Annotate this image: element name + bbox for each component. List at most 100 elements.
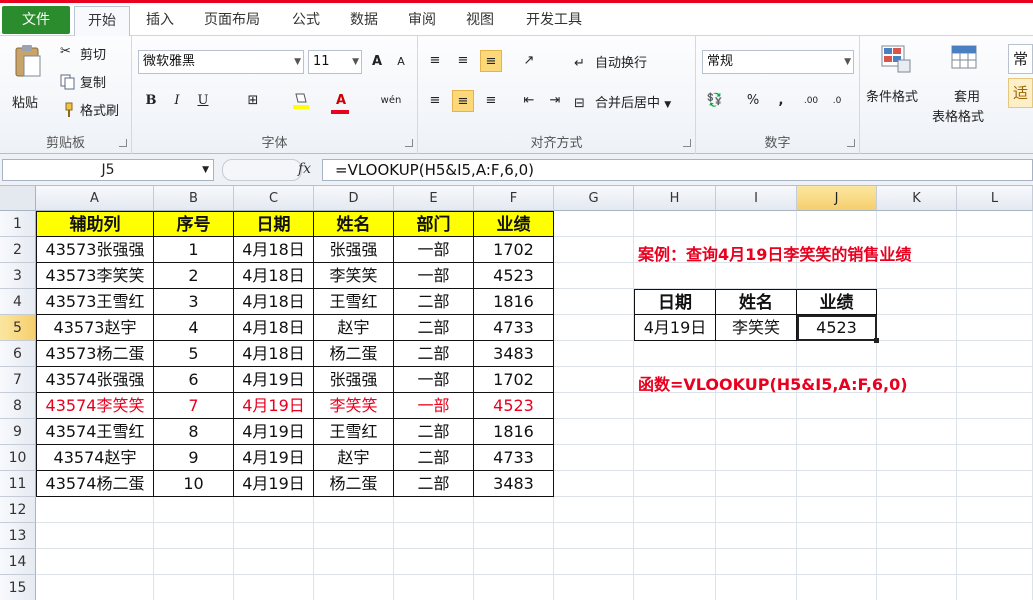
cell[interactable] bbox=[394, 523, 474, 549]
cell[interactable] bbox=[957, 367, 1033, 393]
table-data-cell[interactable]: 4月18日 bbox=[234, 263, 314, 289]
table-data-cell[interactable]: 李笑笑 bbox=[314, 263, 394, 289]
table-data-cell[interactable]: 4月18日 bbox=[234, 315, 314, 341]
table-data-cell[interactable]: 1 bbox=[154, 237, 234, 263]
cell[interactable] bbox=[154, 575, 234, 600]
cell[interactable] bbox=[474, 575, 554, 600]
table-data-cell[interactable]: 43573李笑笑 bbox=[36, 263, 154, 289]
row-header[interactable]: 1 bbox=[0, 211, 36, 237]
column-header[interactable]: A bbox=[36, 186, 154, 211]
table-data-cell[interactable]: 二部 bbox=[394, 445, 474, 471]
cell[interactable] bbox=[877, 211, 957, 237]
cell[interactable] bbox=[634, 471, 716, 497]
border-button[interactable]: ⊞ bbox=[242, 90, 264, 112]
table-data-cell[interactable]: 4月19日 bbox=[234, 471, 314, 497]
row-header[interactable]: 5 bbox=[0, 315, 36, 341]
tab-data[interactable]: 数据 bbox=[338, 6, 390, 35]
column-header-selected[interactable]: J bbox=[797, 186, 877, 211]
tab-formulas[interactable]: 公式 bbox=[280, 6, 332, 35]
cell[interactable] bbox=[716, 341, 797, 367]
table-data-cell[interactable]: 二部 bbox=[394, 341, 474, 367]
cell[interactable] bbox=[716, 523, 797, 549]
table-data-cell[interactable]: 杨二蛋 bbox=[314, 341, 394, 367]
table-data-cell[interactable]: 4月19日 bbox=[234, 393, 314, 419]
align-top-button[interactable]: ≡ bbox=[424, 50, 446, 72]
cell[interactable] bbox=[554, 523, 634, 549]
tab-page-layout[interactable]: 页面布局 bbox=[192, 6, 272, 35]
cell[interactable] bbox=[957, 523, 1033, 549]
table-data-cell[interactable]: 4月18日 bbox=[234, 341, 314, 367]
lookup-header-cell[interactable]: 日期 bbox=[634, 289, 716, 315]
cell[interactable] bbox=[554, 237, 634, 263]
column-header[interactable]: H bbox=[634, 186, 716, 211]
row-header[interactable]: 12 bbox=[0, 497, 36, 523]
cell[interactable] bbox=[554, 289, 634, 315]
table-data-cell[interactable]: 二部 bbox=[394, 471, 474, 497]
cell[interactable] bbox=[474, 523, 554, 549]
row-header[interactable]: 3 bbox=[0, 263, 36, 289]
cell[interactable] bbox=[554, 263, 634, 289]
font-size-select[interactable]: 11 ▼ bbox=[308, 50, 362, 74]
cell[interactable] bbox=[716, 575, 797, 600]
table-data-cell[interactable]: 二部 bbox=[394, 419, 474, 445]
lookup-value-cell[interactable]: 李笑笑 bbox=[716, 315, 797, 341]
cell[interactable] bbox=[394, 497, 474, 523]
merge-center-button[interactable]: ⊟ 合并后居中 ▼ bbox=[574, 92, 671, 112]
cell[interactable] bbox=[957, 341, 1033, 367]
cell[interactable] bbox=[797, 549, 877, 575]
cell[interactable] bbox=[797, 575, 877, 600]
clipboard-launcher-icon[interactable] bbox=[119, 139, 127, 147]
cell[interactable] bbox=[634, 419, 716, 445]
cell[interactable] bbox=[877, 549, 957, 575]
cell[interactable] bbox=[634, 263, 716, 289]
table-header-cell[interactable]: 姓名 bbox=[314, 211, 394, 237]
table-data-cell[interactable]: 3483 bbox=[474, 341, 554, 367]
cell[interactable] bbox=[877, 497, 957, 523]
table-data-cell[interactable]: 1702 bbox=[474, 367, 554, 393]
cell[interactable] bbox=[716, 393, 797, 419]
decrease-decimal-button[interactable]: .0 bbox=[826, 90, 848, 112]
formula-bar-splitter[interactable] bbox=[222, 159, 302, 181]
cell[interactable] bbox=[154, 497, 234, 523]
cell[interactable] bbox=[36, 575, 154, 600]
table-data-cell[interactable]: 杨二蛋 bbox=[314, 471, 394, 497]
table-data-cell[interactable]: 李笑笑 bbox=[314, 393, 394, 419]
cell[interactable] bbox=[234, 549, 314, 575]
cell[interactable] bbox=[36, 497, 154, 523]
align-bottom-button[interactable]: ≡ bbox=[480, 50, 502, 72]
cell[interactable] bbox=[314, 575, 394, 600]
table-data-cell[interactable]: 一部 bbox=[394, 237, 474, 263]
lookup-header-cell[interactable]: 姓名 bbox=[716, 289, 797, 315]
table-data-cell[interactable]: 张强强 bbox=[314, 237, 394, 263]
table-data-cell[interactable]: 4月19日 bbox=[234, 445, 314, 471]
select-all-button[interactable] bbox=[0, 186, 36, 211]
cell[interactable] bbox=[234, 575, 314, 600]
number-format-select[interactable]: 常规 ▼ bbox=[702, 50, 854, 74]
cell[interactable] bbox=[36, 549, 154, 575]
font-launcher-icon[interactable] bbox=[405, 139, 413, 147]
column-header[interactable]: L bbox=[957, 186, 1033, 211]
table-header-cell[interactable]: 业绩 bbox=[474, 211, 554, 237]
row-header[interactable]: 2 bbox=[0, 237, 36, 263]
comma-button[interactable]: , bbox=[770, 90, 792, 112]
cell[interactable] bbox=[877, 523, 957, 549]
cell[interactable] bbox=[554, 471, 634, 497]
cell[interactable] bbox=[554, 497, 634, 523]
cell[interactable] bbox=[554, 367, 634, 393]
cell[interactable] bbox=[957, 263, 1033, 289]
table-data-cell[interactable]: 4523 bbox=[474, 263, 554, 289]
column-header[interactable]: D bbox=[314, 186, 394, 211]
column-header[interactable]: K bbox=[877, 186, 957, 211]
table-data-cell[interactable]: 4月18日 bbox=[234, 237, 314, 263]
percent-button[interactable]: % bbox=[742, 90, 764, 112]
insert-function-icon[interactable]: fx bbox=[298, 161, 311, 177]
cell[interactable] bbox=[554, 445, 634, 471]
table-data-cell[interactable]: 43574张强强 bbox=[36, 367, 154, 393]
table-data-cell[interactable]: 43574赵宇 bbox=[36, 445, 154, 471]
cell[interactable] bbox=[716, 549, 797, 575]
table-data-cell[interactable]: 10 bbox=[154, 471, 234, 497]
cell[interactable] bbox=[554, 211, 634, 237]
cell[interactable] bbox=[634, 341, 716, 367]
bold-button[interactable]: B bbox=[140, 90, 162, 112]
cell[interactable] bbox=[877, 393, 957, 419]
